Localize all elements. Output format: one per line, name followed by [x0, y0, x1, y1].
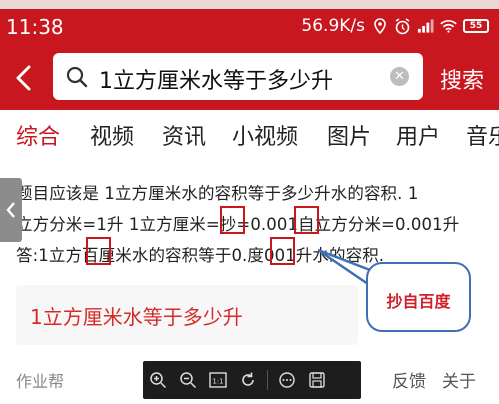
- more-icon[interactable]: [272, 361, 302, 399]
- previous-page-button[interactable]: [0, 178, 22, 242]
- rotate-icon[interactable]: [233, 361, 263, 399]
- annotation-callout: 抄自百度: [366, 262, 471, 332]
- toolbar-divider: [267, 370, 268, 390]
- top-strip: [0, 0, 499, 9]
- tab-short-video[interactable]: 小视频: [232, 119, 298, 151]
- app-header: 11:38 56.9K/s 55 1立方厘米水等于多少升 ✕ 搜索: [0, 0, 499, 110]
- status-time: 11:38: [6, 15, 64, 39]
- related-search-label: 1立方厘米水等于多少升: [30, 305, 243, 329]
- location-icon: [371, 18, 388, 35]
- svg-text:1:1: 1:1: [212, 378, 223, 386]
- save-icon[interactable]: [302, 361, 332, 399]
- search-bar[interactable]: 1立方厘米水等于多少升 ✕: [53, 53, 423, 100]
- back-button[interactable]: [10, 58, 36, 98]
- status-bar: 11:38 56.9K/s 55: [0, 13, 499, 43]
- answer-line-1: 题目应该是 1立方厘米水的容积等于多少升水的容积. 1: [16, 184, 419, 203]
- watermark-highlight-box: [270, 237, 295, 265]
- battery-icon: 55: [463, 19, 489, 33]
- chevron-left-icon: [6, 202, 15, 218]
- about-link[interactable]: 关于: [442, 372, 476, 392]
- watermark-highlight-box: [294, 206, 319, 234]
- status-icons: 56.9K/s 55: [301, 16, 489, 36]
- search-button[interactable]: 搜索: [440, 63, 484, 95]
- clear-icon[interactable]: ✕: [390, 67, 409, 86]
- callout-text: 抄自百度: [386, 292, 451, 311]
- actual-size-icon[interactable]: 1:1: [203, 361, 233, 399]
- tab-users[interactable]: 用户: [396, 119, 440, 151]
- network-speed: 56.9K/s: [301, 16, 365, 36]
- watermark-highlight-box: [86, 237, 111, 265]
- tab-news[interactable]: 资讯: [162, 119, 206, 151]
- image-viewer-toolbar: 1:1: [143, 361, 361, 399]
- watermark-highlight-box: [220, 206, 245, 234]
- related-search-item[interactable]: 1立方厘米水等于多少升: [16, 285, 358, 345]
- category-tabs: 综合 视频 资讯 小视频 图片 用户 音乐: [0, 110, 499, 156]
- feedback-link[interactable]: 反馈: [392, 372, 426, 392]
- zoom-out-icon[interactable]: [173, 361, 203, 399]
- search-icon: [65, 65, 89, 89]
- tab-images[interactable]: 图片: [327, 119, 371, 151]
- tab-comprehensive[interactable]: 综合: [16, 119, 60, 151]
- signal-icon: [417, 18, 434, 35]
- chevron-left-icon: [16, 65, 31, 91]
- wifi-icon: [440, 18, 457, 35]
- zoom-in-icon[interactable]: [143, 361, 173, 399]
- tab-video[interactable]: 视频: [90, 119, 134, 151]
- answer-source[interactable]: 作业帮: [16, 368, 64, 392]
- footer-links: 反馈 关于: [392, 367, 492, 392]
- alarm-icon: [394, 17, 411, 35]
- search-input[interactable]: 1立方厘米水等于多少升: [99, 63, 333, 95]
- tab-music[interactable]: 音乐: [466, 119, 499, 151]
